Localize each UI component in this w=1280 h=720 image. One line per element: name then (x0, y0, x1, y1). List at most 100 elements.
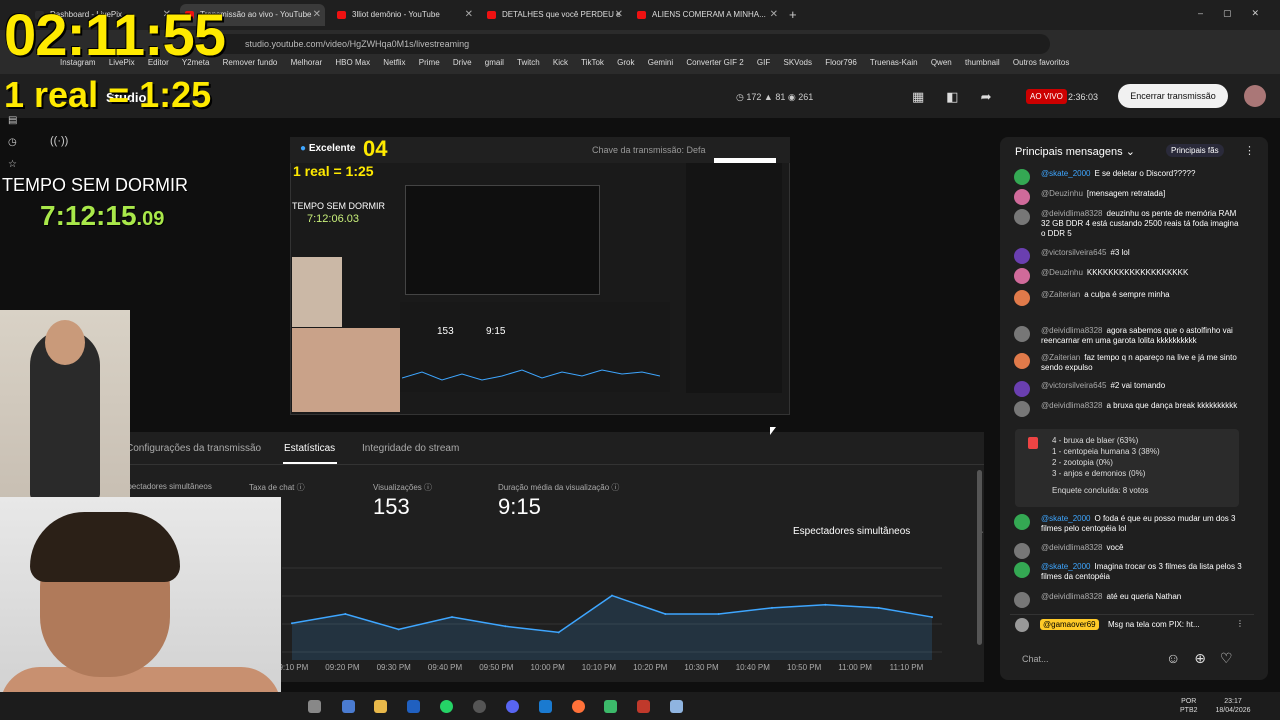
data-point (504, 625, 507, 628)
avatar (1014, 592, 1030, 608)
bookmark-gif[interactable]: GIF (757, 58, 770, 67)
concurrent-label: Espectadores simultâneos (118, 482, 212, 491)
chat-author: @victorsilveira645 (1041, 381, 1107, 390)
avg-duration-value: 9:15 (498, 494, 541, 519)
vscode-icon[interactable] (539, 700, 552, 713)
bookmark-truenas[interactable]: Truenas-Kain (870, 58, 918, 67)
chat-message: @Deuzinhu [mensagem retratada] (1014, 189, 1244, 205)
close-icon[interactable]: ✕ (313, 4, 321, 26)
chat-mode-dropdown[interactable]: Principais mensagens ⌄ (1015, 145, 1135, 158)
clock-time: 23:17 (1224, 698, 1242, 705)
help-icon[interactable]: ⓘ (424, 483, 432, 492)
app-icon[interactable] (637, 700, 650, 713)
bookmark-tiktok[interactable]: TikTok (581, 58, 604, 67)
folder-icon[interactable] (374, 700, 387, 713)
tab-aliens[interactable]: ALIENS COMERAM A MINHA... ✕ (632, 4, 782, 26)
bookmark-gemini[interactable]: Gemini (648, 58, 673, 67)
bookmark-skvods[interactable]: SKVods (784, 58, 812, 67)
bookmark-converter-gif[interactable]: Converter GIF 2 (686, 58, 743, 67)
panel-scrollbar[interactable] (977, 470, 982, 645)
x-tick-label: 10:50 PM (787, 663, 822, 672)
poll-option: 2 - zootopia (0%) (1052, 458, 1113, 467)
app-icon[interactable] (604, 700, 617, 713)
bookmark-floor796[interactable]: Floor796 (825, 58, 857, 67)
toolbar-icons[interactable]: ▦◧➦ (912, 89, 1013, 105)
more-icon[interactable]: ⋮ (1236, 619, 1244, 628)
bookmark-twitch[interactable]: Twitch (517, 58, 540, 67)
tab-3lliot[interactable]: 3lliot demônio - YouTube ✕ (332, 4, 477, 26)
tab-stream-health[interactable]: Integridade do stream (362, 443, 459, 454)
bookmark-drive[interactable]: Drive (453, 58, 472, 67)
chat-message-body: @deividlima8328 a bruxa que dança break k… (1041, 401, 1244, 411)
bookmark-netflix[interactable]: Netflix (383, 58, 405, 67)
stream-quality: ● Excelente (300, 143, 356, 154)
chat-message-body: @Zaiterian a culpa é sempre minha (1041, 290, 1244, 300)
pinned-message[interactable]: @gamaover69 Msg na tela com PIX: ht... ⋮ (1010, 614, 1254, 634)
bookmark-gmail[interactable]: gmail (485, 58, 504, 67)
preview-stat-2: 9:15 (486, 326, 506, 337)
history-icon[interactable]: ◷ (8, 132, 17, 154)
help-icon[interactable]: ⓘ (297, 483, 305, 492)
app-icon[interactable] (407, 700, 420, 713)
close-icon[interactable]: ✕ (465, 4, 473, 26)
webcam-girl (0, 310, 130, 500)
poll-option: 4 - bruxa de blaer (63%) (1052, 436, 1139, 445)
broadcast-icon[interactable]: ((·)) (50, 135, 68, 147)
quality-label: Excelente (308, 143, 356, 154)
preview-rate: 1 real = 1:25 (293, 163, 374, 179)
tab-statistics[interactable]: Estatísticas (284, 443, 335, 454)
app-icon[interactable] (473, 700, 486, 713)
system-tray[interactable]: POR PTB2 23:17 18/04/2026 (1180, 697, 1251, 715)
close-icon[interactable]: ✕ (770, 4, 778, 26)
avatar (1014, 401, 1030, 417)
bookmark-grok[interactable]: Grok (617, 58, 634, 67)
whatsapp-icon[interactable] (440, 700, 453, 713)
data-point (344, 613, 347, 615)
poll-icon (1028, 437, 1038, 449)
eye-icon: ◉ (787, 92, 796, 102)
star-icon[interactable]: ☆ (8, 154, 17, 176)
rate-label: 1 real = 1:25 (4, 74, 212, 115)
camera-icon[interactable] (342, 700, 355, 713)
window-controls[interactable]: –▢✕ (1198, 8, 1279, 19)
mouse-cursor (770, 427, 776, 435)
tab-broadcast-settings[interactable]: Configurações da transmissão (126, 443, 261, 454)
firefox-icon[interactable] (572, 700, 585, 713)
bookmark-hbo[interactable]: HBO Max (335, 58, 370, 67)
discord-icon[interactable] (506, 700, 519, 713)
chat-message-body: @skate_2000 Imagina trocar os 3 filmes da… (1041, 562, 1244, 582)
more-icon[interactable]: ⋮ (1244, 144, 1255, 157)
preview-mini-chart (402, 369, 660, 381)
bookmark-melhorar[interactable]: Melhorar (291, 58, 323, 67)
bookmark-prime[interactable]: Prime (419, 58, 440, 67)
tab-detalhes[interactable]: DETALHES que você PERDEU e ✕ (482, 4, 627, 26)
x-tick-label: 10:00 PM (530, 663, 565, 672)
lang-variant: PTB2 (1180, 707, 1198, 714)
bookmark-remover-fundo[interactable]: Remover fundo (223, 58, 278, 67)
chat-actions[interactable]: ☺⊕♡ (1166, 650, 1247, 667)
chat-text: #3 lol (1110, 248, 1130, 257)
chat-message: @Zaiterian a culpa é sempre minha (1014, 290, 1244, 306)
youtube-icon (337, 11, 346, 19)
bookmark-qwen[interactable]: Qwen (931, 58, 952, 67)
avatar (1014, 381, 1030, 397)
metric-dropdown[interactable]: Espectadores simultâneos⌄ (793, 526, 985, 537)
bookmark-others[interactable]: Outros favoritos (1013, 58, 1069, 67)
app-icon[interactable] (670, 700, 683, 713)
data-point (291, 622, 293, 625)
close-icon[interactable]: ✕ (615, 4, 623, 26)
chat-message: @skate_2000 O foda é que eu posso mudar u… (1014, 514, 1244, 534)
app-icon[interactable] (308, 700, 321, 713)
end-stream-button[interactable]: Encerrar transmissão (1118, 84, 1228, 108)
preview-person-2 (292, 328, 400, 412)
bookmark-thumbnail[interactable]: thumbnail (965, 58, 1000, 67)
url-input[interactable]: studio.youtube.com/video/HgZWHqa0M1s/liv… (200, 34, 1050, 54)
poll-option: 3 - anjos e demonios (0%) (1052, 469, 1146, 478)
new-tab-button[interactable]: + (789, 7, 797, 22)
help-icon[interactable]: ⓘ (611, 483, 619, 492)
chat-message-body: @deividlima8328 até eu queria Nathan (1041, 592, 1244, 602)
bookmark-kick[interactable]: Kick (553, 58, 568, 67)
top-fans-button[interactable]: Principais fãs (1166, 144, 1224, 157)
views-text: Visualizações (373, 483, 422, 492)
avatar[interactable] (1244, 85, 1266, 107)
